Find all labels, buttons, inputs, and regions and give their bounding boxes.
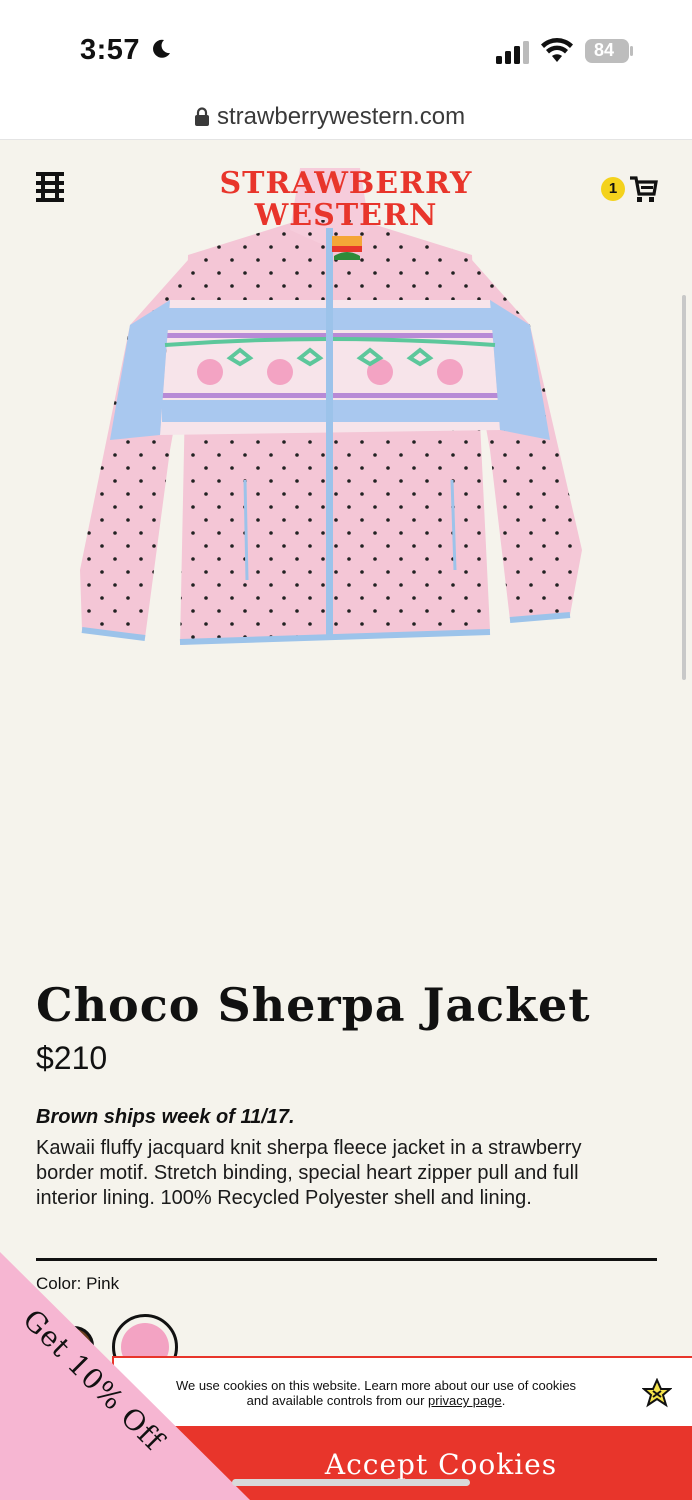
- cart-icon[interactable]: [628, 174, 658, 204]
- product-price: $210: [36, 1040, 108, 1076]
- product-description: Kawaii fluffy jacquard knit sherpa fleec…: [36, 1137, 582, 1209]
- status-bar: 3:57 84: [0, 0, 692, 95]
- home-indicator: [232, 1479, 470, 1486]
- logo-line-2: WESTERN: [254, 198, 438, 233]
- cart-count-badge[interactable]: 1: [601, 177, 625, 201]
- browser-url-bar[interactable]: strawberrywestern.com: [0, 95, 692, 140]
- cellular-signal-icon: [496, 41, 529, 64]
- product-title: Choco Sherpa Jacket: [36, 978, 591, 1032]
- site-logo[interactable]: STRAWBERRY WESTERN: [205, 168, 487, 240]
- cookie-text-after: .: [501, 1393, 506, 1408]
- shipping-note: Brown ships week of 11/17.: [36, 1106, 295, 1128]
- hamburger-menu-icon[interactable]: [36, 172, 64, 202]
- page-scrollbar[interactable]: [682, 295, 686, 680]
- battery-level: 84: [594, 40, 615, 60]
- lock-icon: [195, 107, 209, 126]
- battery-indicator: 84: [584, 38, 634, 64]
- url-text: strawberrywestern.com: [217, 103, 466, 130]
- privacy-page-link[interactable]: privacy page: [428, 1393, 502, 1408]
- wifi-icon: [541, 38, 573, 62]
- logo-line-1: STRAWBERRY: [219, 166, 473, 201]
- moon-icon: [153, 39, 170, 58]
- close-star-icon[interactable]: [642, 1378, 672, 1408]
- status-time: 3:57: [80, 34, 141, 66]
- logo-sunset-icon: [332, 236, 362, 260]
- promo-corner[interactable]: [0, 1252, 250, 1500]
